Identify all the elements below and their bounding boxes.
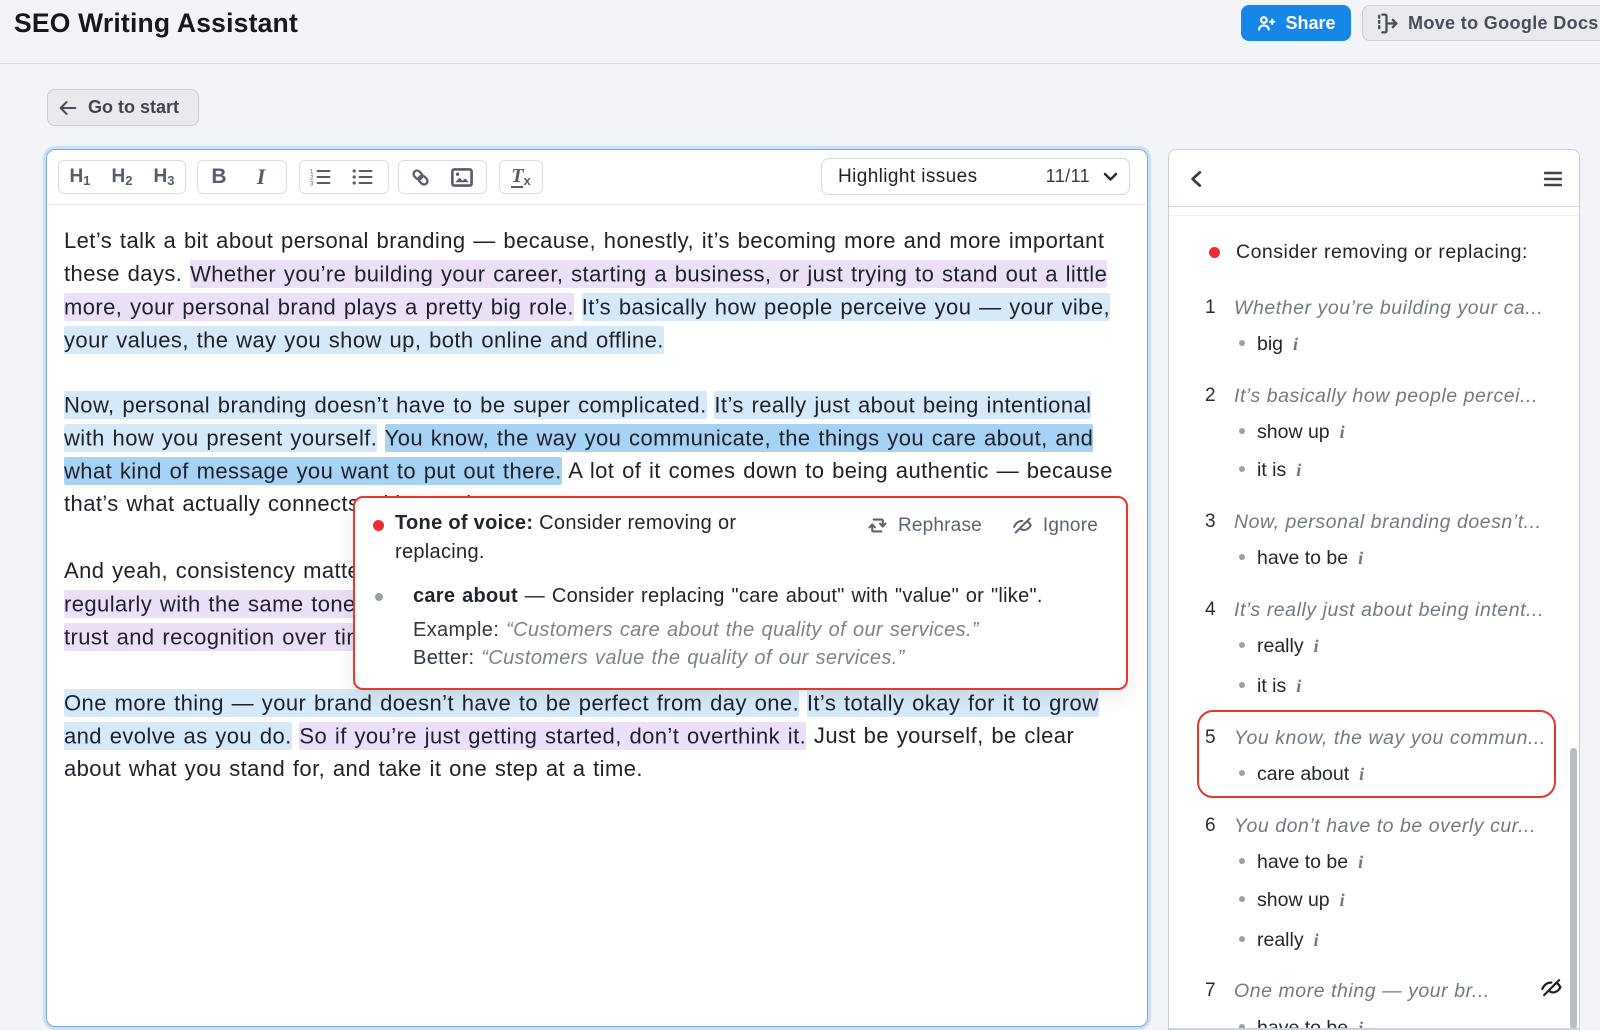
svg-text:3: 3 bbox=[310, 182, 314, 188]
